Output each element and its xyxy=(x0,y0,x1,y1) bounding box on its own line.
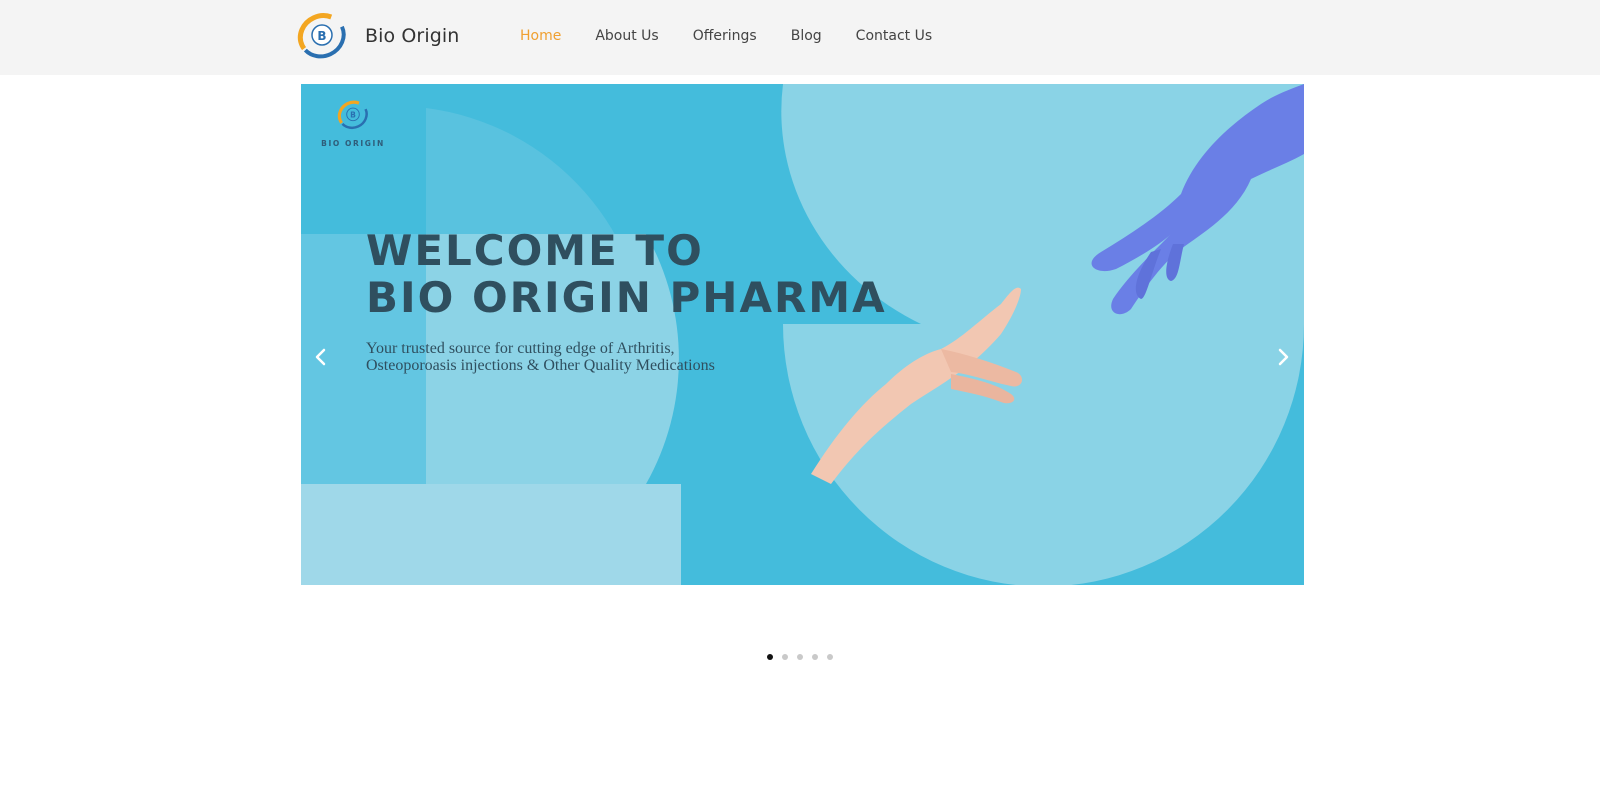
carousel-dot-5[interactable] xyxy=(827,654,833,660)
svg-text:B: B xyxy=(317,29,326,43)
slide-logo: B BIO ORIGIN xyxy=(321,98,385,148)
hero-background-image xyxy=(301,84,1304,585)
main-nav: Home About Us Offerings Blog Contact Us xyxy=(520,26,966,46)
hero-headline-line1: WELCOME TO xyxy=(366,226,704,275)
carousel-dot-3[interactable] xyxy=(797,654,803,660)
nav-blog[interactable]: Blog xyxy=(791,26,822,46)
carousel-pagination xyxy=(767,654,842,660)
hero-headline-line2: BIO ORIGIN PHARMA xyxy=(366,273,887,322)
hero-tagline-line2: Osteoporoasis injections & Other Quality… xyxy=(366,357,715,374)
hero-tagline-line1: Your trusted source for cutting edge of … xyxy=(366,340,675,357)
carousel-dot-4[interactable] xyxy=(812,654,818,660)
carousel-dot-1[interactable] xyxy=(767,654,773,660)
slider-prev-button[interactable] xyxy=(309,345,333,369)
chevron-left-icon xyxy=(315,348,326,366)
chevron-right-icon xyxy=(1278,348,1289,366)
slide-logo-text: BIO ORIGIN xyxy=(321,139,385,148)
slide-logo-icon: B xyxy=(337,100,369,130)
hero-tagline: Your trusted source for cutting edge of … xyxy=(366,340,806,374)
slider-next-button[interactable] xyxy=(1271,345,1295,369)
carousel-dot-2[interactable] xyxy=(782,654,788,660)
brand-name: Bio Origin xyxy=(365,25,460,47)
hero-slider: B BIO ORIGIN WELCOME TO BIO ORIGIN PHARM… xyxy=(301,84,1304,585)
nav-contact-us[interactable]: Contact Us xyxy=(856,26,932,46)
nav-home[interactable]: Home xyxy=(520,26,561,46)
svg-text:B: B xyxy=(350,111,356,120)
bio-origin-logo-icon: B xyxy=(297,13,347,59)
nav-offerings[interactable]: Offerings xyxy=(693,26,757,46)
hero-headline: WELCOME TO BIO ORIGIN PHARMA xyxy=(366,227,887,321)
nav-about-us[interactable]: About Us xyxy=(595,26,658,46)
brand-link[interactable]: B Bio Origin xyxy=(295,11,459,61)
site-header: B Bio Origin Home About Us Offerings Blo… xyxy=(0,0,1600,75)
